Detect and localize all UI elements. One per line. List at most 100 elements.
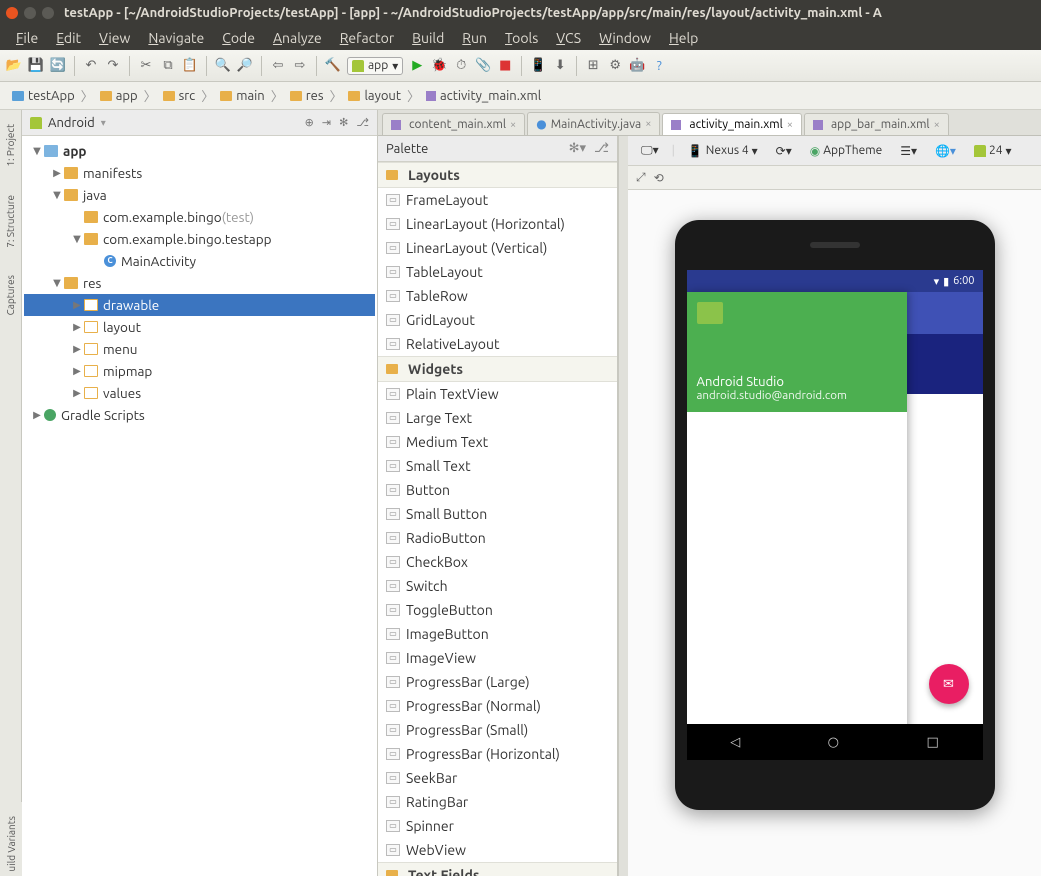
forward-icon[interactable]: ⇨: [292, 58, 308, 74]
open-icon[interactable]: 📂: [6, 58, 22, 74]
tree-node[interactable]: ▶drawable: [24, 294, 375, 316]
palette-item[interactable]: ▭ImageButton: [378, 622, 617, 646]
sync-icon[interactable]: 🔄: [50, 58, 66, 74]
orientation-icon[interactable]: ⟳▾: [771, 142, 797, 160]
palette-item[interactable]: ▭ProgressBar (Large): [378, 670, 617, 694]
menu-vcs[interactable]: VCS: [548, 28, 589, 48]
refresh-icon[interactable]: ⟲: [654, 171, 664, 185]
editor-tab[interactable]: activity_main.xml×: [662, 113, 802, 135]
palette-item[interactable]: ▭ProgressBar (Normal): [378, 694, 617, 718]
palette-item[interactable]: ▭Plain TextView: [378, 382, 617, 406]
menu-view[interactable]: View: [91, 28, 138, 48]
tree-node[interactable]: ▶layout: [24, 316, 375, 338]
undo-icon[interactable]: ↶: [83, 58, 99, 74]
breadcrumb-item[interactable]: testApp: [6, 89, 81, 103]
api-selector[interactable]: 24▾: [969, 142, 1017, 160]
back-icon[interactable]: ⇦: [270, 58, 286, 74]
theme-selector[interactable]: ◉ AppTheme: [805, 142, 887, 160]
close-tab-icon[interactable]: ×: [934, 119, 940, 131]
menu-tools[interactable]: Tools: [497, 28, 546, 48]
palette-item[interactable]: ▭LinearLayout (Vertical): [378, 236, 617, 260]
tree-node[interactable]: ▶values: [24, 382, 375, 404]
menu-help[interactable]: Help: [661, 28, 706, 48]
preview-area[interactable]: ▾ ▮ 6:00 testApp: [628, 190, 1041, 876]
menu-run[interactable]: Run: [454, 28, 495, 48]
tree-node[interactable]: ▼app: [24, 140, 375, 162]
close-tab-icon[interactable]: ×: [787, 119, 793, 131]
layout-variant-icon[interactable]: ☰▾: [895, 142, 922, 160]
close-tab-icon[interactable]: ×: [510, 119, 516, 131]
canvas-view-icon[interactable]: 🖵▾: [636, 141, 664, 160]
zoom-fit-icon[interactable]: ⤢: [636, 171, 646, 185]
palette-list[interactable]: Layouts▭FrameLayout▭LinearLayout (Horizo…: [378, 162, 617, 876]
project-tree[interactable]: ▼app▶manifests▼javacom.example.bingo (te…: [22, 136, 377, 876]
profile-icon[interactable]: ⏱: [453, 58, 469, 74]
editor-tab[interactable]: app_bar_main.xml×: [804, 113, 949, 135]
breadcrumb-item[interactable]: src: [157, 89, 202, 103]
menu-window[interactable]: Window: [591, 28, 659, 48]
breadcrumb-item[interactable]: layout: [342, 89, 406, 103]
palette-item[interactable]: ▭TableLayout: [378, 260, 617, 284]
palette-item[interactable]: ▭LinearLayout (Horizontal): [378, 212, 617, 236]
menu-build[interactable]: Build: [404, 28, 452, 48]
menu-edit[interactable]: Edit: [48, 28, 89, 48]
palette-scrollbar[interactable]: [618, 136, 628, 876]
palette-item[interactable]: ▭RelativeLayout: [378, 332, 617, 356]
gear-icon[interactable]: ✻: [339, 116, 348, 129]
close-tab-icon[interactable]: ×: [645, 118, 651, 130]
tree-node[interactable]: ▶Gradle Scripts: [24, 404, 375, 426]
hide-icon[interactable]: ⎇: [356, 116, 369, 129]
project-view-label[interactable]: Android: [48, 116, 95, 130]
editor-tab[interactable]: content_main.xml×: [382, 113, 525, 135]
breadcrumb-item[interactable]: res: [284, 89, 330, 103]
palette-hide-icon[interactable]: ⎇: [594, 141, 609, 156]
palette-item[interactable]: ▭ImageView: [378, 646, 617, 670]
sdk-icon[interactable]: ⬇: [552, 58, 568, 74]
tree-node[interactable]: ▶mipmap: [24, 360, 375, 382]
tree-node[interactable]: ▼res: [24, 272, 375, 294]
save-icon[interactable]: 💾: [28, 58, 44, 74]
replace-icon[interactable]: 🔎: [237, 58, 253, 74]
cut-icon[interactable]: ✂: [138, 58, 154, 74]
menu-file[interactable]: File: [8, 28, 46, 48]
palette-item[interactable]: ▭CheckBox: [378, 550, 617, 574]
device-screen[interactable]: ▾ ▮ 6:00 testApp: [687, 270, 983, 760]
stop-icon[interactable]: ■: [497, 58, 513, 74]
debug-icon[interactable]: 🐞: [431, 58, 447, 74]
palette-item[interactable]: ▭Medium Text: [378, 430, 617, 454]
palette-item[interactable]: ▭Button: [378, 478, 617, 502]
palette-item[interactable]: ▭GridLayout: [378, 308, 617, 332]
palette-item[interactable]: ▭RadioButton: [378, 526, 617, 550]
build-variants-tab[interactable]: uild Variants: [6, 812, 17, 876]
tree-node[interactable]: com.example.bingo (test): [24, 206, 375, 228]
build-icon[interactable]: 🔨: [325, 58, 341, 74]
settings-icon[interactable]: ⚙: [607, 58, 623, 74]
avd-icon[interactable]: 📱: [530, 58, 546, 74]
palette-item[interactable]: ▭Small Button: [378, 502, 617, 526]
redo-icon[interactable]: ↷: [105, 58, 121, 74]
window-close-button[interactable]: [6, 7, 18, 19]
window-minimize-button[interactable]: [24, 7, 36, 19]
menu-code[interactable]: Code: [214, 28, 263, 48]
copy-icon[interactable]: ⧉: [160, 58, 176, 74]
breadcrumb-item[interactable]: main: [214, 89, 270, 103]
tree-node[interactable]: ▼java: [24, 184, 375, 206]
palette-item[interactable]: ▭ProgressBar (Horizontal): [378, 742, 617, 766]
locale-icon[interactable]: 🌐▾: [930, 142, 961, 160]
rail-captures[interactable]: Captures: [5, 271, 16, 319]
run-config-combo[interactable]: app ▾: [347, 57, 403, 75]
palette-item[interactable]: ▭Spinner: [378, 814, 617, 838]
breadcrumb-item[interactable]: app: [94, 89, 144, 103]
editor-tab[interactable]: ●MainActivity.java×: [527, 112, 660, 135]
breadcrumb-item[interactable]: activity_main.xml: [420, 89, 547, 103]
structure-icon[interactable]: ⊞: [585, 58, 601, 74]
rail-project[interactable]: 1: Project: [5, 120, 16, 171]
palette-item[interactable]: ▭WebView: [378, 838, 617, 862]
palette-item[interactable]: ▭SeekBar: [378, 766, 617, 790]
palette-item[interactable]: ▭ProgressBar (Small): [378, 718, 617, 742]
palette-group-header[interactable]: Text Fields: [378, 862, 617, 876]
tree-node[interactable]: ▶menu: [24, 338, 375, 360]
collapse-icon[interactable]: ⇥: [322, 116, 331, 129]
scroll-target-icon[interactable]: ⊕: [305, 116, 314, 129]
run-icon[interactable]: ▶: [409, 58, 425, 74]
